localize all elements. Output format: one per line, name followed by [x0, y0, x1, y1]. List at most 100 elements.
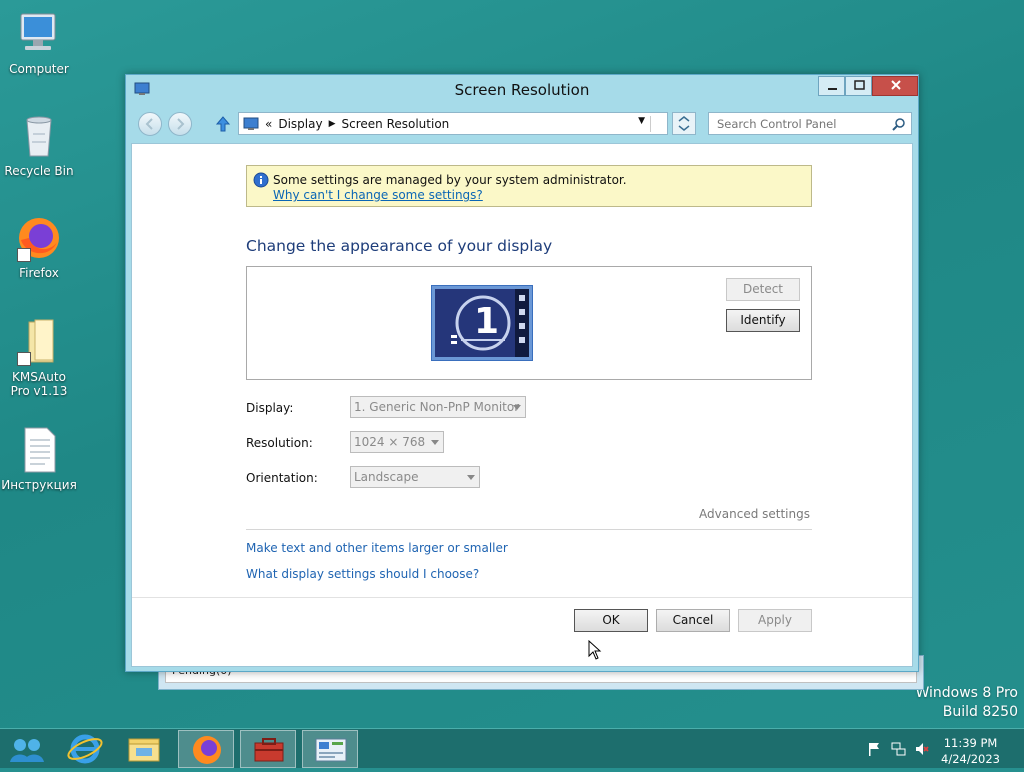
info-message: Some settings are managed by your system…	[273, 173, 627, 187]
taskbar-firefox[interactable]	[178, 730, 234, 768]
address-separator	[650, 116, 651, 132]
info-bar: Some settings are managed by your system…	[246, 165, 812, 207]
address-bar[interactable]: « Display ▶ Screen Resolution ▼	[238, 112, 668, 135]
file-explorer-icon	[128, 738, 160, 762]
footer-divider	[132, 597, 912, 598]
maximize-button[interactable]	[845, 76, 872, 96]
close-button[interactable]	[872, 76, 918, 96]
shortcut-arrow-icon	[17, 248, 31, 262]
monitor-number: 1	[474, 301, 500, 342]
chevron-down-icon	[467, 475, 475, 480]
search-icon[interactable]	[892, 117, 906, 131]
computer-icon	[15, 10, 63, 58]
advanced-settings-link[interactable]: Advanced settings	[699, 507, 810, 521]
firefox-icon	[15, 214, 63, 262]
desktop-icon-label: Recycle Bin	[4, 164, 74, 178]
ok-button[interactable]: OK	[574, 609, 648, 632]
detect-button[interactable]: Detect	[726, 278, 800, 301]
display-select[interactable]: 1. Generic Non-PnP Monitor	[350, 396, 526, 418]
desktop-icon-instruction[interactable]: Инструкция	[1, 426, 77, 492]
volume-muted-icon[interactable]	[914, 741, 930, 757]
chevron-down-icon	[431, 440, 439, 445]
control-panel-icon	[243, 117, 259, 130]
title-bar[interactable]: Screen Resolution	[126, 75, 918, 105]
breadcrumb-overflow[interactable]: «	[265, 117, 272, 131]
up-arrow-icon	[215, 116, 231, 132]
orientation-label: Orientation:	[246, 471, 318, 485]
display-label: Display:	[246, 401, 294, 415]
navigation-bar: « Display ▶ Screen Resolution ▼	[134, 111, 912, 137]
address-dropdown-icon[interactable]: ▼	[638, 116, 645, 126]
back-button[interactable]	[138, 112, 162, 136]
taskbar-people[interactable]	[0, 730, 56, 768]
forward-arrow-icon	[177, 118, 185, 130]
desktop-icon-label: Инструкция	[1, 478, 77, 492]
shortcut-arrow-icon	[17, 352, 31, 366]
minimize-icon	[828, 88, 837, 90]
folder-icon	[15, 318, 63, 366]
identify-button[interactable]: Identify	[726, 309, 800, 332]
orientation-select-value: Landscape	[354, 470, 419, 484]
network-icon[interactable]	[890, 741, 906, 757]
window-content: Some settings are managed by your system…	[131, 143, 913, 667]
page-title: Change the appearance of your display	[246, 237, 553, 255]
desktop-icon-firefox[interactable]: Firefox	[1, 214, 77, 280]
minimize-button[interactable]	[818, 76, 845, 96]
up-button[interactable]	[214, 115, 232, 133]
text-size-link[interactable]: Make text and other items larger or smal…	[246, 541, 508, 555]
resolution-label: Resolution:	[246, 436, 313, 450]
taskbar-toolbox[interactable]	[240, 730, 296, 768]
refresh-icon	[678, 116, 690, 131]
search-input[interactable]	[715, 114, 885, 133]
recycle-bin-icon	[15, 112, 63, 160]
desktop-icon-kmsauto[interactable]: KMSAuto Pro v1.13	[1, 318, 77, 398]
back-arrow-icon	[145, 118, 153, 130]
taskbar-internet-explorer[interactable]	[58, 730, 114, 768]
divider	[246, 529, 812, 530]
clock-time: 11:39 PM	[943, 736, 998, 750]
windows-watermark: Windows 8 Pro Build 8250	[915, 684, 1018, 722]
clock-date: 4/24/2023	[941, 752, 1000, 766]
text-document-icon	[15, 426, 63, 474]
resolution-select[interactable]: 1024 × 768	[350, 431, 444, 453]
display-preview-area: 1 Detect Identify	[246, 266, 812, 380]
taskbar-control-panel[interactable]	[302, 730, 358, 768]
taskbar-file-explorer[interactable]	[116, 730, 172, 768]
screen-resolution-window[interactable]: Screen Resolution « Display ▶ Screen Res…	[125, 74, 919, 672]
monitor-1-tile[interactable]: 1	[431, 285, 533, 361]
system-clock[interactable]: 11:39 PM 4/24/2023	[941, 735, 1000, 767]
desktop-icon-label: Firefox	[19, 266, 59, 280]
desktop-icon-computer[interactable]: Computer	[1, 10, 77, 76]
cancel-button[interactable]: Cancel	[656, 609, 730, 632]
apply-button[interactable]: Apply	[738, 609, 812, 632]
internet-explorer-icon	[67, 734, 103, 764]
firefox-icon	[193, 736, 221, 764]
desktop-icon-label: Computer	[9, 62, 69, 76]
taskbar: 11:39 PM 4/24/2023	[0, 728, 1024, 768]
maximize-icon	[854, 80, 865, 90]
toolbox-icon	[254, 738, 284, 762]
desktop-icon-label: KMSAuto Pro v1.13	[10, 370, 68, 398]
resolution-select-value: 1024 × 768	[354, 435, 426, 449]
breadcrumb-screen-resolution[interactable]: Screen Resolution	[342, 117, 450, 131]
forward-button[interactable]	[168, 112, 192, 136]
action-center-flag-icon[interactable]	[866, 741, 882, 757]
watermark-build: Build 8250	[942, 704, 1018, 720]
close-icon	[891, 80, 901, 90]
watermark-edition: Windows 8 Pro	[915, 685, 1018, 701]
breadcrumb-separator-icon: ▶	[328, 118, 336, 129]
search-box[interactable]	[708, 112, 912, 135]
chevron-down-icon	[513, 405, 521, 410]
info-help-link[interactable]: Why can't I change some settings?	[273, 188, 483, 202]
people-icon	[10, 739, 44, 762]
display-select-value: 1. Generic Non-PnP Monitor	[354, 400, 520, 414]
mouse-cursor-icon	[588, 640, 602, 660]
orientation-select[interactable]: Landscape	[350, 466, 480, 488]
breadcrumb-display[interactable]: Display	[278, 117, 322, 131]
window-title: Screen Resolution	[454, 81, 590, 99]
control-panel-icon	[315, 738, 347, 762]
desktop-icon-recycle-bin[interactable]: Recycle Bin	[1, 112, 77, 178]
info-icon	[253, 172, 269, 188]
display-settings-help-link[interactable]: What display settings should I choose?	[246, 567, 479, 581]
refresh-button[interactable]	[672, 112, 696, 135]
